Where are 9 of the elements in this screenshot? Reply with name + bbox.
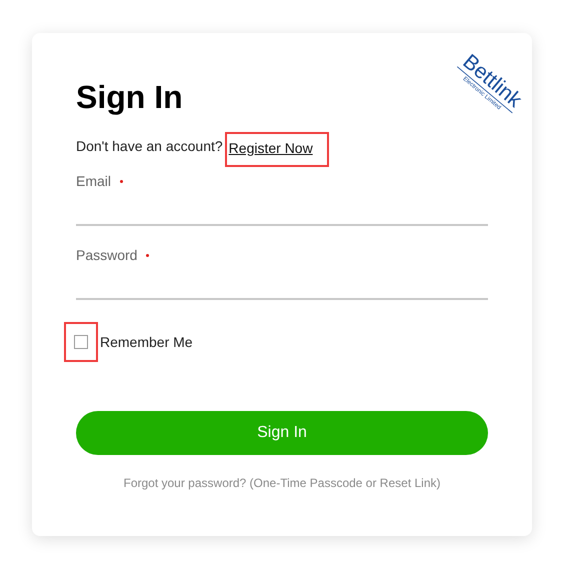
page-title: Sign In	[76, 78, 183, 117]
forgot-password-link[interactable]: Forgot your password? (One-Time Passcode or Reset Link)	[76, 476, 488, 490]
sign-in-button[interactable]: Sign In	[76, 411, 488, 455]
remember-label: Remember Me	[100, 334, 193, 350]
register-link[interactable]: Register Now	[226, 134, 327, 164]
register-prompt: Don't have an account?	[76, 138, 223, 154]
field-label: Email	[76, 173, 112, 189]
field-label: Password	[76, 247, 138, 263]
remember-checkbox[interactable]	[74, 335, 88, 349]
